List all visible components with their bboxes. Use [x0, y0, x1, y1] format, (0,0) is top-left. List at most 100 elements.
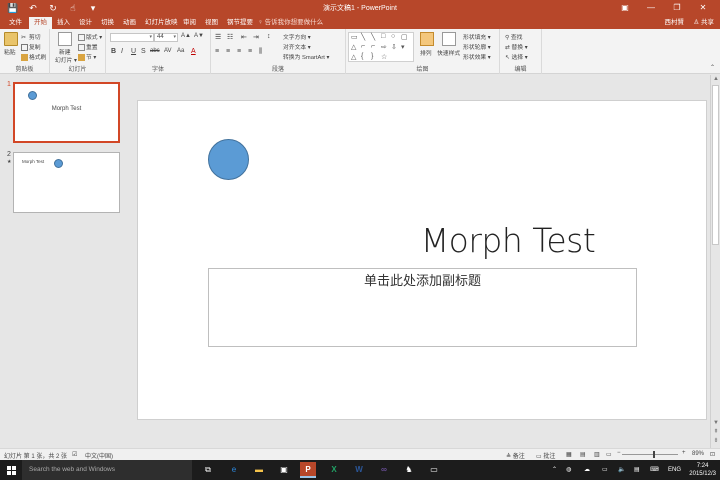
paste-button[interactable]: 粘贴	[4, 47, 16, 56]
grow-font-button[interactable]: A▲	[181, 33, 191, 39]
cut-button[interactable]: ✂ 剪切	[21, 32, 41, 41]
onedrive-icon[interactable]: ☁	[584, 460, 590, 480]
circle-shape[interactable]	[208, 139, 249, 180]
tab-transitions[interactable]: 切换	[96, 17, 119, 29]
collapse-ribbon-icon[interactable]: ⌃	[710, 64, 715, 71]
triangle-shape-icon[interactable]: △	[351, 43, 356, 51]
quick-styles-button[interactable]: 快速样式	[437, 48, 460, 57]
close-button[interactable]: ✕	[690, 1, 716, 14]
volume-icon[interactable]: 🔈	[618, 460, 625, 480]
previous-slide-icon[interactable]: ⇞	[712, 428, 720, 435]
shape-effects-button[interactable]: 形状效果 ▾	[463, 52, 491, 61]
tray-app-icon[interactable]: ◍	[566, 460, 571, 480]
shadow-button[interactable]: S	[141, 48, 146, 55]
language-indicator[interactable]: 中文(中国)	[85, 451, 113, 460]
slide-sorter-icon[interactable]: ▤	[580, 451, 586, 458]
strikethrough-button[interactable]: abc	[150, 48, 160, 54]
comments-button[interactable]: ▭ 批注	[536, 451, 555, 460]
line-spacing-icon[interactable]: ↕	[267, 33, 271, 40]
char-spacing-button[interactable]: AV	[164, 48, 172, 54]
quick-styles-icon[interactable]	[442, 32, 456, 46]
touch-mode-icon[interactable]: ☝	[66, 2, 80, 14]
columns-icon[interactable]: ⫼	[259, 48, 262, 56]
paste-icon[interactable]	[4, 32, 18, 46]
excel-taskbar-icon[interactable]: X	[326, 462, 342, 478]
star-shape-icon[interactable]: ☆	[381, 53, 387, 61]
shapes-gallery[interactable]: ▭ ╲ ╲ □ ○ ▢ △ ⌐ ⌐ ⇨ ⇩ ▾ △ { } ☆	[348, 32, 414, 62]
tab-file[interactable]: 文件	[4, 17, 27, 29]
scroll-up-icon[interactable]: ▲	[712, 76, 720, 82]
ribbon-display-options-icon[interactable]: ▣	[612, 1, 638, 14]
share-button[interactable]: ♙ 共享	[693, 17, 714, 29]
slideshow-view-icon[interactable]: ▭	[606, 451, 612, 458]
edge-browser-icon[interactable]: e	[226, 462, 242, 478]
reading-view-icon[interactable]: ▥	[594, 451, 600, 458]
keyboard-icon[interactable]: ⌨	[650, 460, 659, 480]
notes-button[interactable]: ≜ 备注	[506, 451, 525, 460]
subtitle-placeholder[interactable]: 单击此处添加副标题	[208, 268, 637, 347]
rounded-rect-shape-icon[interactable]: ▢	[401, 33, 408, 41]
input-language[interactable]: ENG	[668, 460, 681, 480]
oval-shape-icon[interactable]: ○	[391, 33, 395, 40]
line-shape-icon[interactable]: ╲	[361, 33, 365, 41]
redo-icon[interactable]: ↻	[46, 2, 60, 14]
normal-view-icon[interactable]: ▦	[566, 451, 572, 458]
convert-smartart-button[interactable]: 转换为 SmartArt ▾	[283, 52, 329, 61]
scroll-down-icon[interactable]: ▼	[712, 420, 720, 426]
user-account[interactable]: 西村賢	[665, 17, 685, 29]
format-painter-button[interactable]: 格式刷	[21, 52, 46, 61]
tab-insert[interactable]: 插入	[52, 17, 75, 29]
section-button[interactable]: 节 ▾	[78, 52, 96, 61]
zoom-slider[interactable]	[622, 454, 678, 455]
scrollbar-thumb[interactable]	[712, 85, 719, 245]
tab-home[interactable]: 开始	[29, 17, 52, 29]
shape-fill-button[interactable]: 形状填充 ▾	[463, 32, 491, 41]
shrink-font-button[interactable]: A▼	[194, 33, 204, 39]
bullets-icon[interactable]: ☰	[215, 33, 221, 41]
rectangle-shape-icon[interactable]: □	[381, 33, 385, 40]
zoom-level[interactable]: 89%	[692, 451, 704, 457]
powerpoint-taskbar-icon[interactable]: P	[300, 462, 316, 478]
arrow-right-shape-icon[interactable]: ⇨	[381, 43, 387, 51]
restore-button[interactable]: ❐	[664, 1, 690, 14]
slide-canvas[interactable]: Morph Test 单击此处添加副标题	[137, 100, 707, 420]
connector-shape-icon[interactable]: ⌐	[371, 43, 375, 50]
zoom-out-button[interactable]: −	[617, 450, 621, 456]
system-clock[interactable]: 7:24 2015/12/3	[689, 462, 716, 478]
tab-storyboarding[interactable]: 钢节提要	[222, 17, 258, 29]
file-explorer-icon[interactable]: ▬	[251, 462, 267, 478]
tab-slideshow[interactable]: 幻灯片放映	[140, 17, 183, 29]
minimize-button[interactable]: —	[638, 1, 664, 14]
tab-design[interactable]: 设计	[74, 17, 97, 29]
shape-outline-button[interactable]: 形状轮廓 ▾	[463, 42, 491, 51]
start-button[interactable]	[0, 460, 22, 480]
reset-button[interactable]: 重置	[78, 42, 98, 51]
new-slide-dropdown[interactable]: 幻灯片 ▾	[55, 55, 77, 64]
taskbar-search[interactable]: Search the web and Windows	[22, 460, 192, 480]
tab-review[interactable]: 审阅	[178, 17, 201, 29]
arrow-down-shape-icon[interactable]: ⇩	[391, 43, 397, 51]
underline-button[interactable]: U	[131, 48, 136, 55]
select-button[interactable]: ↖ 选择 ▾	[505, 52, 528, 61]
customize-qat-icon[interactable]: ▾	[86, 2, 100, 14]
change-case-button[interactable]: Aa	[177, 48, 184, 54]
bracket-shape-icon[interactable]: }	[371, 53, 373, 60]
zoom-in-button[interactable]: +	[682, 450, 686, 456]
font-name-combo[interactable]: ▾	[110, 33, 154, 42]
italic-button[interactable]: I	[121, 48, 123, 55]
align-right-icon[interactable]: ≡	[237, 48, 241, 55]
new-slide-icon[interactable]	[58, 32, 72, 46]
font-size-combo[interactable]: 44 ▾	[154, 33, 178, 42]
justify-icon[interactable]: ≡	[248, 48, 252, 55]
network-icon[interactable]: ▭	[602, 460, 608, 480]
zoom-slider-handle[interactable]	[653, 451, 655, 458]
replace-button[interactable]: ⇄ 替换 ▾	[505, 42, 528, 51]
copy-button[interactable]: 复制	[21, 42, 41, 51]
app-window-icon[interactable]: ▭	[426, 462, 442, 478]
action-center-icon[interactable]: ▤	[634, 460, 640, 480]
visual-studio-icon[interactable]: ∞	[376, 462, 392, 478]
arrange-icon[interactable]	[420, 32, 434, 46]
find-button[interactable]: ⚲ 查找	[505, 32, 522, 41]
connector-shape-icon[interactable]: ⌐	[361, 43, 365, 50]
align-text-button[interactable]: 对齐文本 ▾	[283, 42, 311, 51]
